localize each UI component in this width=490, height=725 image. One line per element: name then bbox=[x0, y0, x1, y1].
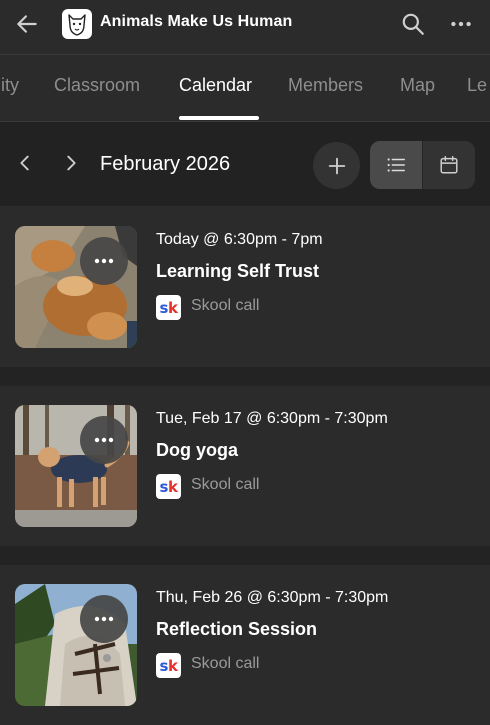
chevron-right-icon[interactable] bbox=[60, 152, 82, 174]
event-title[interactable]: Dog yoga bbox=[156, 440, 238, 461]
top-app-bar: Animals Make Us Human bbox=[0, 0, 490, 48]
calendar-view-button[interactable] bbox=[423, 141, 475, 189]
tab-leaderboards[interactable]: Le bbox=[467, 75, 487, 96]
skool-logo-icon: sk bbox=[156, 653, 181, 678]
event-options-button[interactable] bbox=[80, 237, 128, 285]
event-card[interactable]: Tue, Feb 17 @ 6:30pm - 7:30pm Dog yoga s… bbox=[0, 386, 490, 546]
event-card[interactable]: Thu, Feb 26 @ 6:30pm - 7:30pm Reflection… bbox=[0, 565, 490, 725]
tab-map[interactable]: Map bbox=[400, 75, 435, 96]
event-title[interactable]: Reflection Session bbox=[156, 619, 317, 640]
tab-classroom[interactable]: Classroom bbox=[54, 75, 140, 96]
active-tab-indicator bbox=[179, 116, 259, 120]
event-options-button[interactable] bbox=[80, 595, 128, 643]
calendar-header: February 2026 bbox=[0, 122, 490, 206]
calendar-icon bbox=[440, 156, 458, 174]
list-view-button[interactable] bbox=[370, 141, 422, 189]
tab-members[interactable]: Members bbox=[288, 75, 363, 96]
current-month: February 2026 bbox=[100, 153, 231, 175]
more-horizontal-icon bbox=[94, 258, 114, 264]
event-location: Skool call bbox=[191, 476, 260, 493]
tab-bar: nity Classroom Calendar Members Map Le bbox=[0, 55, 490, 121]
event-options-button[interactable] bbox=[80, 416, 128, 464]
tab-calendar[interactable]: Calendar bbox=[179, 75, 252, 96]
card-gap bbox=[0, 367, 490, 387]
event-time: Today @ 6:30pm - 7pm bbox=[156, 231, 323, 248]
add-event-button[interactable] bbox=[313, 142, 360, 189]
list-icon bbox=[387, 158, 405, 172]
community-logo[interactable] bbox=[62, 9, 92, 39]
tab-community[interactable]: nity bbox=[0, 75, 19, 96]
skool-logo-icon: sk bbox=[156, 295, 181, 320]
event-title[interactable]: Learning Self Trust bbox=[156, 261, 319, 282]
plus-icon bbox=[328, 157, 345, 174]
event-time: Tue, Feb 17 @ 6:30pm - 7:30pm bbox=[156, 410, 388, 427]
event-location: Skool call bbox=[191, 655, 260, 672]
more-horizontal-icon bbox=[94, 616, 114, 622]
event-time: Thu, Feb 26 @ 6:30pm - 7:30pm bbox=[156, 589, 389, 606]
skool-logo-icon: sk bbox=[156, 474, 181, 499]
community-title[interactable]: Animals Make Us Human bbox=[100, 13, 292, 31]
chevron-left-icon[interactable] bbox=[14, 152, 36, 174]
view-toggle bbox=[370, 141, 475, 189]
arrow-left-icon[interactable] bbox=[14, 11, 40, 37]
more-horizontal-icon bbox=[94, 437, 114, 443]
event-card[interactable]: Today @ 6:30pm - 7pm Learning Self Trust… bbox=[0, 207, 490, 367]
card-gap bbox=[0, 546, 490, 566]
search-icon[interactable] bbox=[400, 11, 426, 37]
event-location: Skool call bbox=[191, 297, 260, 314]
more-horizontal-icon[interactable] bbox=[448, 11, 474, 37]
